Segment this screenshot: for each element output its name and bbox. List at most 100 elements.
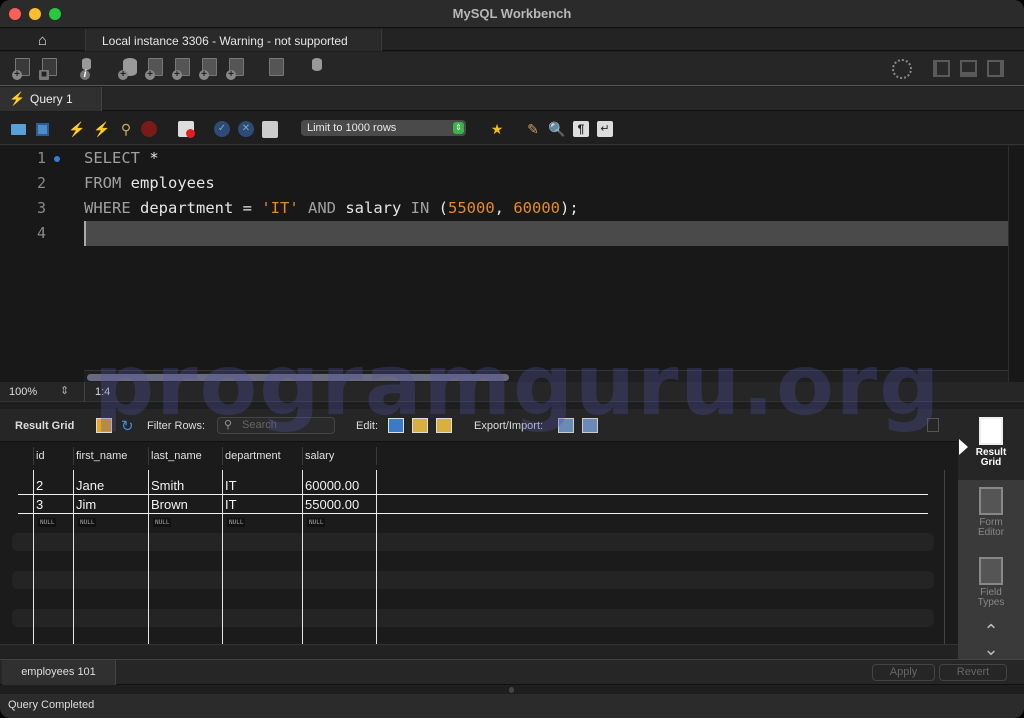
editor-horizontal-scrollbar[interactable]	[84, 370, 1008, 382]
word-wrap-icon[interactable]: ↵	[596, 120, 614, 138]
grid-cell[interactable]: 2	[36, 478, 43, 493]
result-grid[interactable]: id first_name last_name department salar…	[0, 442, 958, 658]
panel-splitter[interactable]	[0, 686, 1024, 694]
zoom-level[interactable]: 100%	[9, 386, 37, 398]
find-icon[interactable]: 🔍	[548, 120, 566, 138]
server-info-icon[interactable]: i	[80, 58, 102, 80]
code-line: FROM employees	[84, 171, 215, 196]
header-separator	[376, 447, 377, 465]
refresh-icon[interactable]: ↻	[121, 417, 134, 435]
connection-tab-bar: ⌂ Local instance 3306 - Warning - not su…	[0, 29, 1024, 51]
code-line: SELECT *	[84, 146, 159, 171]
preferences-icon[interactable]	[892, 59, 912, 79]
add-row-icon[interactable]	[412, 418, 428, 433]
reconnect-icon[interactable]	[305, 58, 327, 80]
wrap-cell-icon[interactable]	[927, 418, 939, 432]
grid-cell[interactable]: Smith	[151, 478, 184, 493]
column-header-id[interactable]: id	[36, 450, 45, 462]
grid-cell[interactable]: IT	[225, 478, 237, 493]
open-sql-script-icon[interactable]: ■	[39, 58, 61, 80]
grid-cell[interactable]: 55000.00	[305, 497, 359, 512]
new-sql-tab-icon[interactable]: +	[12, 58, 34, 80]
grid-cell[interactable]: Brown	[151, 497, 188, 512]
create-procedure-icon[interactable]: +	[199, 58, 221, 80]
current-line-highlight	[84, 221, 1008, 246]
result-grid-panel-tab[interactable]: Result Grid	[958, 409, 1024, 480]
sql-text: );	[560, 199, 579, 217]
null-badge[interactable]: NULL	[78, 518, 97, 527]
explain-icon[interactable]: ⚲	[117, 120, 135, 138]
toggle-columns-icon[interactable]	[96, 418, 112, 433]
save-file-icon[interactable]	[33, 120, 51, 138]
grid-cell[interactable]: 3	[36, 497, 43, 512]
query-tab[interactable]: ⚡ Query 1	[0, 87, 102, 111]
commit-icon[interactable]: ✓	[213, 120, 231, 138]
sql-editor-toolbar: ⚡ ⚡ ⚲ ✓ ✕ Limit to 1000 rows ⇕ ★ ✎ 🔍 ¶ ↵	[0, 112, 1024, 145]
field-types-icon	[979, 557, 1003, 585]
sql-text: ,	[494, 199, 514, 217]
header-separator	[222, 447, 223, 465]
cursor-position: 1:4	[84, 382, 110, 402]
filter-search-input[interactable]: ⚲ Search	[217, 417, 335, 434]
grid-horizontal-scrollbar[interactable]	[0, 644, 958, 658]
grid-icon	[979, 417, 1003, 445]
sql-editor[interactable]: 1 2 3 4 SELECT * FROM employees WHERE de…	[0, 146, 1024, 382]
toggle-error-icon[interactable]	[177, 120, 195, 138]
column-header-salary[interactable]: salary	[305, 450, 334, 462]
connection-tab[interactable]: Local instance 3306 - Warning - not supp…	[85, 29, 382, 51]
search-table-data-icon[interactable]	[266, 58, 288, 80]
status-bar: Query Completed	[0, 694, 1024, 718]
toggle-secondary-sidebar-icon[interactable]	[987, 60, 1004, 77]
null-badge[interactable]: NULL	[307, 518, 326, 527]
execute-icon[interactable]: ⚡	[68, 120, 86, 138]
toggle-sidebar-icon[interactable]	[933, 60, 950, 77]
form-editor-panel-tab[interactable]: Form Editor	[958, 487, 1024, 538]
grid-cell[interactable]: Jim	[76, 497, 96, 512]
column-header-last-name[interactable]: last_name	[151, 450, 202, 462]
add-snippet-icon[interactable]: ★	[488, 120, 506, 138]
rollback-icon[interactable]: ✕	[237, 120, 255, 138]
header-separator	[148, 447, 149, 465]
stop-icon[interactable]	[140, 120, 158, 138]
limit-rows-select[interactable]: Limit to 1000 rows ⇕	[301, 120, 466, 136]
main-toolbar: + ■ i + + + + +	[0, 52, 1024, 86]
create-view-icon[interactable]: +	[172, 58, 194, 80]
grid-cell[interactable]: Jane	[76, 478, 104, 493]
field-types-panel-tab[interactable]: Field Types	[958, 557, 1024, 608]
grid-cell[interactable]: 60000.00	[305, 478, 359, 493]
execute-current-icon[interactable]: ⚡	[93, 120, 111, 138]
apply-button[interactable]: Apply	[872, 664, 935, 681]
title-bar: MySQL Workbench	[0, 0, 1024, 28]
column-header-first-name[interactable]: first_name	[76, 450, 127, 462]
column-divider	[148, 470, 149, 644]
create-function-icon[interactable]: +	[226, 58, 248, 80]
search-icon: ⚲	[224, 419, 233, 431]
column-header-department[interactable]: department	[225, 450, 281, 462]
sql-keyword: WHERE	[84, 199, 131, 217]
beautify-icon[interactable]: ✎	[524, 120, 542, 138]
edit-cell-icon[interactable]	[388, 418, 404, 433]
create-table-icon[interactable]: +	[145, 58, 167, 80]
home-tab[interactable]: ⌂	[0, 29, 85, 51]
result-tab-employees[interactable]: employees 101	[2, 660, 116, 685]
line-number: 3	[36, 199, 46, 217]
scrollbar-thumb[interactable]	[87, 374, 509, 381]
create-schema-icon[interactable]: +	[118, 58, 140, 80]
invisible-chars-icon[interactable]: ¶	[572, 120, 590, 138]
query-tab-bar: ⚡ Query 1	[0, 87, 1024, 111]
result-grid-title: Result Grid	[15, 420, 75, 432]
revert-button[interactable]: Revert	[939, 664, 1007, 681]
export-icon[interactable]	[558, 418, 574, 433]
autocommit-icon[interactable]	[261, 120, 279, 138]
scroll-panels-icon[interactable]: ⌃ ⌄	[958, 622, 1024, 658]
zoom-stepper-icon[interactable]: ⇕	[60, 384, 69, 397]
null-badge[interactable]: NULL	[153, 518, 172, 527]
toggle-output-icon[interactable]	[960, 60, 977, 77]
grid-cell[interactable]: IT	[225, 497, 237, 512]
null-badge[interactable]: NULL	[227, 518, 246, 527]
delete-row-icon[interactable]	[436, 418, 452, 433]
null-badge[interactable]: NULL	[38, 518, 57, 527]
home-icon: ⌂	[37, 31, 48, 49]
import-icon[interactable]	[582, 418, 598, 433]
open-file-icon[interactable]	[9, 120, 27, 138]
